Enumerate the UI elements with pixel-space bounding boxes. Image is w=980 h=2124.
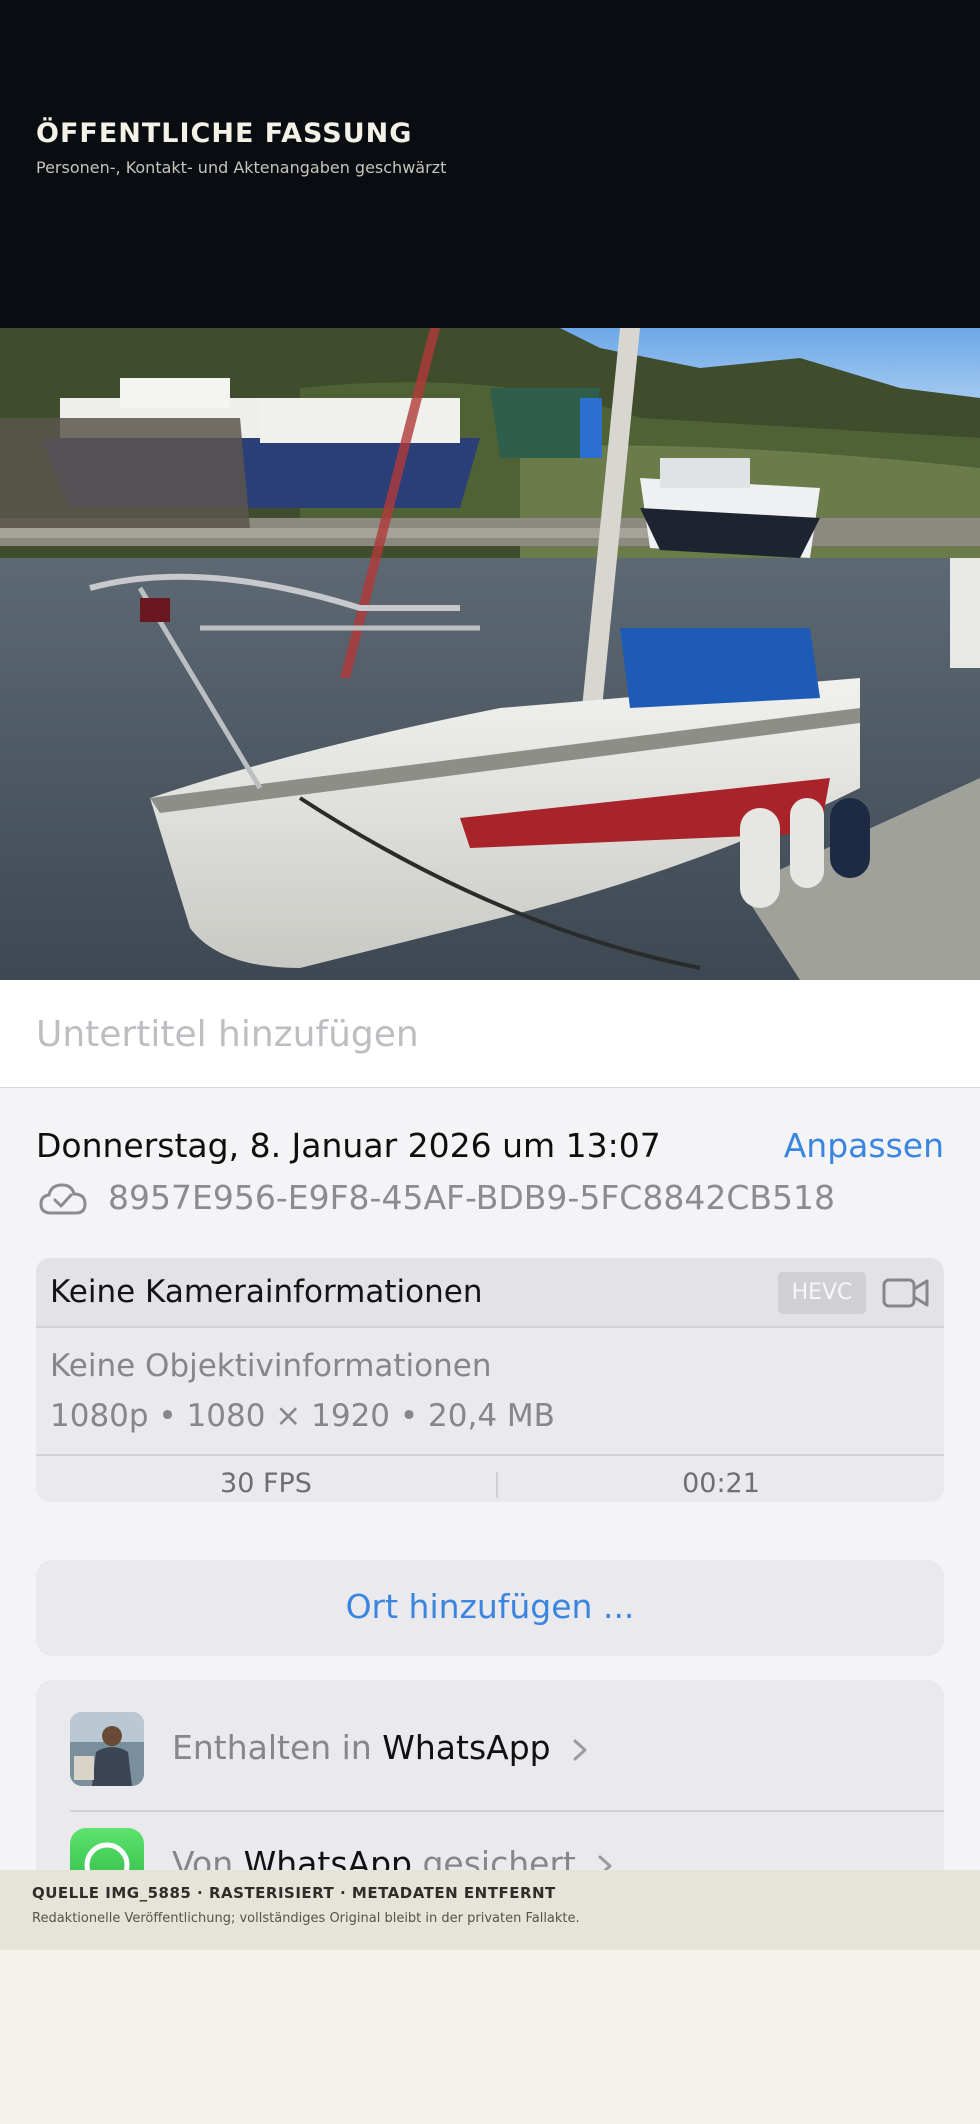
redaction-subtitle: Personen-, Kontakt- und Aktenangaben ges… <box>36 158 447 177</box>
chevron-right-icon <box>573 1739 587 1760</box>
info-sheet: Donnerstag, 8. Januar 2026 um 13:07 Anpa… <box>0 980 980 1870</box>
asset-identifier: 8957E956-E9F8-45AF-BDB9-5FC8842CB518 <box>108 1178 835 1217</box>
video-camera-icon <box>882 1278 929 1308</box>
saved-from-suffix: gesichert <box>411 1844 576 1870</box>
albums-card: Enthalten in WhatsApp Von WhatsApp gesic… <box>36 1680 944 1870</box>
photo-preview[interactable] <box>0 328 980 980</box>
album-label: Enthalten in WhatsApp <box>172 1728 591 1767</box>
add-location-label: Ort hinzufügen ... <box>345 1587 635 1626</box>
icloud-check-icon <box>39 1183 87 1215</box>
source-footer: QUELLE IMG_5885 · RASTERISIERT · METADAT… <box>0 1870 980 1950</box>
camera-info-footer: 30 FPS 00:21 <box>36 1454 944 1502</box>
album-thumbnail <box>70 1712 144 1786</box>
source-title: QUELLE IMG_5885 · RASTERISIERT · METADAT… <box>32 1884 556 1902</box>
camera-title: Keine Kamerainformationen <box>50 1274 483 1310</box>
video-duration: 00:21 <box>682 1468 760 1499</box>
video-specs: 1080p • 1080 × 1920 • 20,4 MB <box>50 1398 555 1434</box>
saved-from-label: Von WhatsApp gesichert <box>172 1844 616 1870</box>
add-location-button[interactable]: Ort hinzufügen ... <box>36 1560 944 1656</box>
caption-input[interactable] <box>36 1006 936 1062</box>
capture-date: Donnerstag, 8. Januar 2026 um 13:07 <box>36 1126 661 1165</box>
saved-from-name: WhatsApp <box>243 1844 412 1870</box>
chevron-right-icon <box>598 1855 612 1870</box>
caption-row <box>0 980 980 1088</box>
lens-info: Keine Objektivinformationen <box>50 1348 492 1384</box>
whatsapp-icon <box>70 1828 144 1870</box>
album-row-included-in[interactable]: Enthalten in WhatsApp <box>36 1690 944 1812</box>
source-note: Redaktionelle Veröffentlichung; vollstän… <box>32 1911 580 1926</box>
saved-from-prefix: Von <box>172 1844 244 1870</box>
album-name: WhatsApp <box>382 1728 551 1767</box>
sailboat-photo <box>0 328 980 980</box>
redaction-title: ÖFFENTLICHE FASSUNG <box>36 118 413 149</box>
camera-info-header: Keine Kamerainformationen HEVC <box>36 1258 944 1328</box>
redaction-header: ÖFFENTLICHE FASSUNG Personen-, Kontakt- … <box>0 0 980 328</box>
camera-info-card: Keine Kamerainformationen HEVC Keine Obj… <box>36 1258 944 1502</box>
frame-rate: 30 FPS <box>220 1468 312 1499</box>
album-row-saved-from[interactable]: Von WhatsApp gesichert <box>36 1806 944 1870</box>
album-prefix: Enthalten in <box>172 1728 383 1767</box>
adjust-date-button[interactable]: Anpassen <box>784 1126 944 1165</box>
codec-badge: HEVC <box>778 1272 866 1314</box>
